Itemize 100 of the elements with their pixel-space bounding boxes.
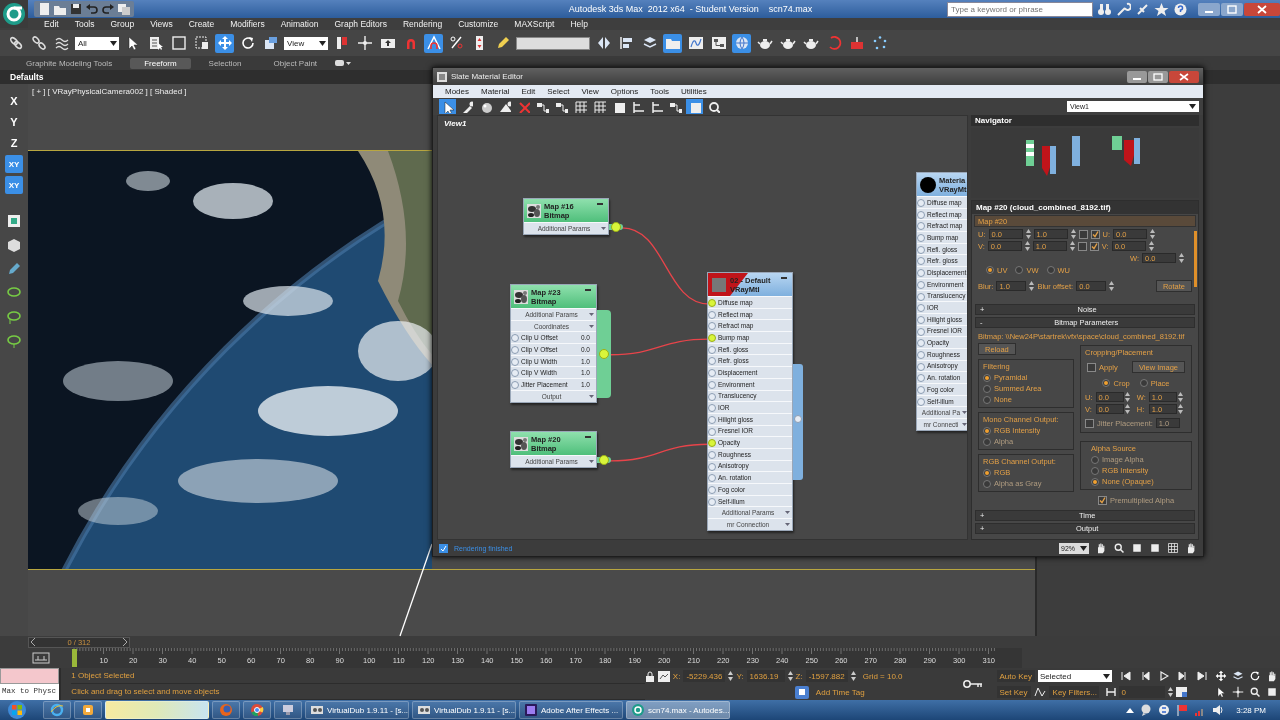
chevron-right-icon[interactable] [122, 638, 127, 646]
rectangle-select-icon[interactable] [169, 33, 188, 53]
lasso-icon[interactable] [6, 333, 22, 349]
caret-icon[interactable] [110, 40, 117, 46]
browser-icon[interactable] [250, 703, 264, 717]
input-socket[interactable] [708, 415, 716, 424]
input-socket[interactable] [511, 369, 519, 378]
input-socket[interactable] [917, 199, 925, 207]
play-icon[interactable] [1159, 671, 1169, 681]
input-socket[interactable] [917, 339, 925, 348]
rotate-icon[interactable] [1249, 670, 1261, 682]
grid-icon[interactable] [572, 99, 589, 114]
radio-icon[interactable] [983, 373, 991, 382]
layers-icon[interactable] [1232, 670, 1244, 682]
angle-snap-icon[interactable] [424, 33, 443, 53]
input-socket[interactable] [917, 222, 925, 231]
hand-icon[interactable] [1266, 670, 1278, 682]
app-icon[interactable] [81, 703, 95, 717]
folder-icon[interactable] [663, 33, 682, 53]
lasso-icon[interactable] [6, 309, 22, 325]
browser-icon[interactable] [50, 703, 64, 717]
help-icon[interactable] [1173, 1, 1188, 17]
menu-item[interactable]: Tools [66, 19, 103, 29]
app-logo[interactable] [0, 0, 28, 28]
crosshair-icon[interactable] [355, 33, 374, 53]
magnifier-icon[interactable] [1113, 542, 1125, 554]
radio-icon[interactable] [1102, 379, 1111, 387]
cube-icon[interactable] [6, 237, 22, 253]
caret-icon[interactable] [1189, 104, 1196, 109]
input-socket[interactable] [708, 380, 716, 389]
set-key-button[interactable]: Set Key [996, 686, 1031, 698]
view-tab[interactable]: View1 [444, 119, 467, 128]
input-socket[interactable] [917, 245, 925, 254]
star-icon[interactable] [1154, 1, 1169, 17]
radio-icon[interactable] [1139, 379, 1148, 387]
grid-icon[interactable] [591, 99, 608, 114]
ribbon-tab[interactable]: Freeform [130, 57, 191, 69]
auto-key-button[interactable]: Auto Key [996, 670, 1035, 682]
menu-item[interactable]: Help [562, 19, 596, 29]
spinner-icon[interactable] [728, 671, 734, 681]
dropdown[interactable]: View [284, 36, 328, 50]
square-icon[interactable] [1149, 542, 1161, 554]
time-tag-button[interactable]: Add Time Tag [815, 687, 865, 697]
axis-button[interactable]: Z [5, 134, 23, 152]
menu-item[interactable]: Rendering [394, 19, 451, 29]
menu-item[interactable]: MAXScript [506, 19, 563, 29]
spinner-icon[interactable] [1148, 241, 1154, 251]
input-socket[interactable] [708, 474, 716, 483]
input-socket[interactable] [708, 392, 716, 401]
menu-item[interactable]: Create [180, 19, 223, 29]
ribbon-options-icon[interactable] [335, 59, 352, 67]
caret-icon[interactable] [319, 40, 326, 46]
clock[interactable]: 3:28 PM [1236, 705, 1266, 715]
menu-item[interactable]: Group [102, 19, 143, 29]
input-socket[interactable] [917, 210, 925, 219]
lock-icon[interactable] [644, 670, 655, 682]
input-socket[interactable] [708, 427, 716, 436]
input-socket[interactable] [917, 397, 925, 406]
hand-icon[interactable] [1185, 542, 1197, 554]
taskbar-button[interactable]: VirtualDub 1.9.11 - [s... [305, 701, 409, 719]
axis-button[interactable]: XY [5, 155, 23, 173]
menu-item[interactable]: View [575, 87, 605, 96]
radio-icon[interactable] [1015, 266, 1024, 274]
go-to-end-icon[interactable] [1197, 671, 1207, 681]
menu-item[interactable]: Views [142, 19, 181, 29]
frame-marker[interactable] [72, 649, 77, 667]
spinner-icon[interactable] [1025, 229, 1031, 239]
input-socket[interactable] [917, 234, 925, 243]
axis-button[interactable]: Y [5, 113, 23, 131]
input-socket[interactable] [917, 280, 925, 289]
move-icon[interactable] [215, 33, 234, 53]
key-mode-dropdown[interactable]: Selected [1038, 670, 1112, 682]
monitor-icon[interactable] [281, 703, 295, 717]
taskbar-button[interactable]: VirtualDub 1.9.11 - [s... [412, 701, 516, 719]
menu-item[interactable]: Animation [272, 19, 327, 29]
radio-icon[interactable] [983, 384, 991, 393]
chevron-left-icon[interactable] [31, 638, 36, 646]
grid-icon[interactable] [1167, 542, 1179, 554]
magnifier-icon[interactable] [1249, 686, 1261, 698]
spinner-icon[interactable] [1150, 229, 1155, 239]
menu-item[interactable]: Tools [644, 87, 675, 96]
maximize-button[interactable] [1148, 70, 1168, 83]
track-bar-icon[interactable] [32, 651, 50, 665]
radio-icon[interactable] [1046, 266, 1055, 274]
input-socket[interactable] [917, 362, 925, 371]
radio-icon[interactable] [1091, 477, 1099, 486]
checkbox[interactable] [1090, 229, 1100, 239]
input-socket[interactable] [511, 346, 519, 355]
hand-icon[interactable] [1095, 542, 1107, 554]
input-socket[interactable] [708, 310, 716, 319]
next-frame-icon[interactable] [1178, 671, 1188, 681]
radio-icon[interactable] [983, 395, 991, 404]
material-node[interactable] [707, 272, 793, 531]
tray-app-icon[interactable] [1158, 704, 1171, 716]
broken-link-icon[interactable] [29, 33, 48, 53]
maximize-button[interactable] [1221, 2, 1243, 16]
previous-frame-icon[interactable] [1140, 671, 1150, 681]
taskbar-button[interactable]: Adobe After Effects ... [519, 701, 623, 719]
undo-icon[interactable] [85, 2, 99, 16]
output-socket[interactable] [599, 454, 609, 465]
